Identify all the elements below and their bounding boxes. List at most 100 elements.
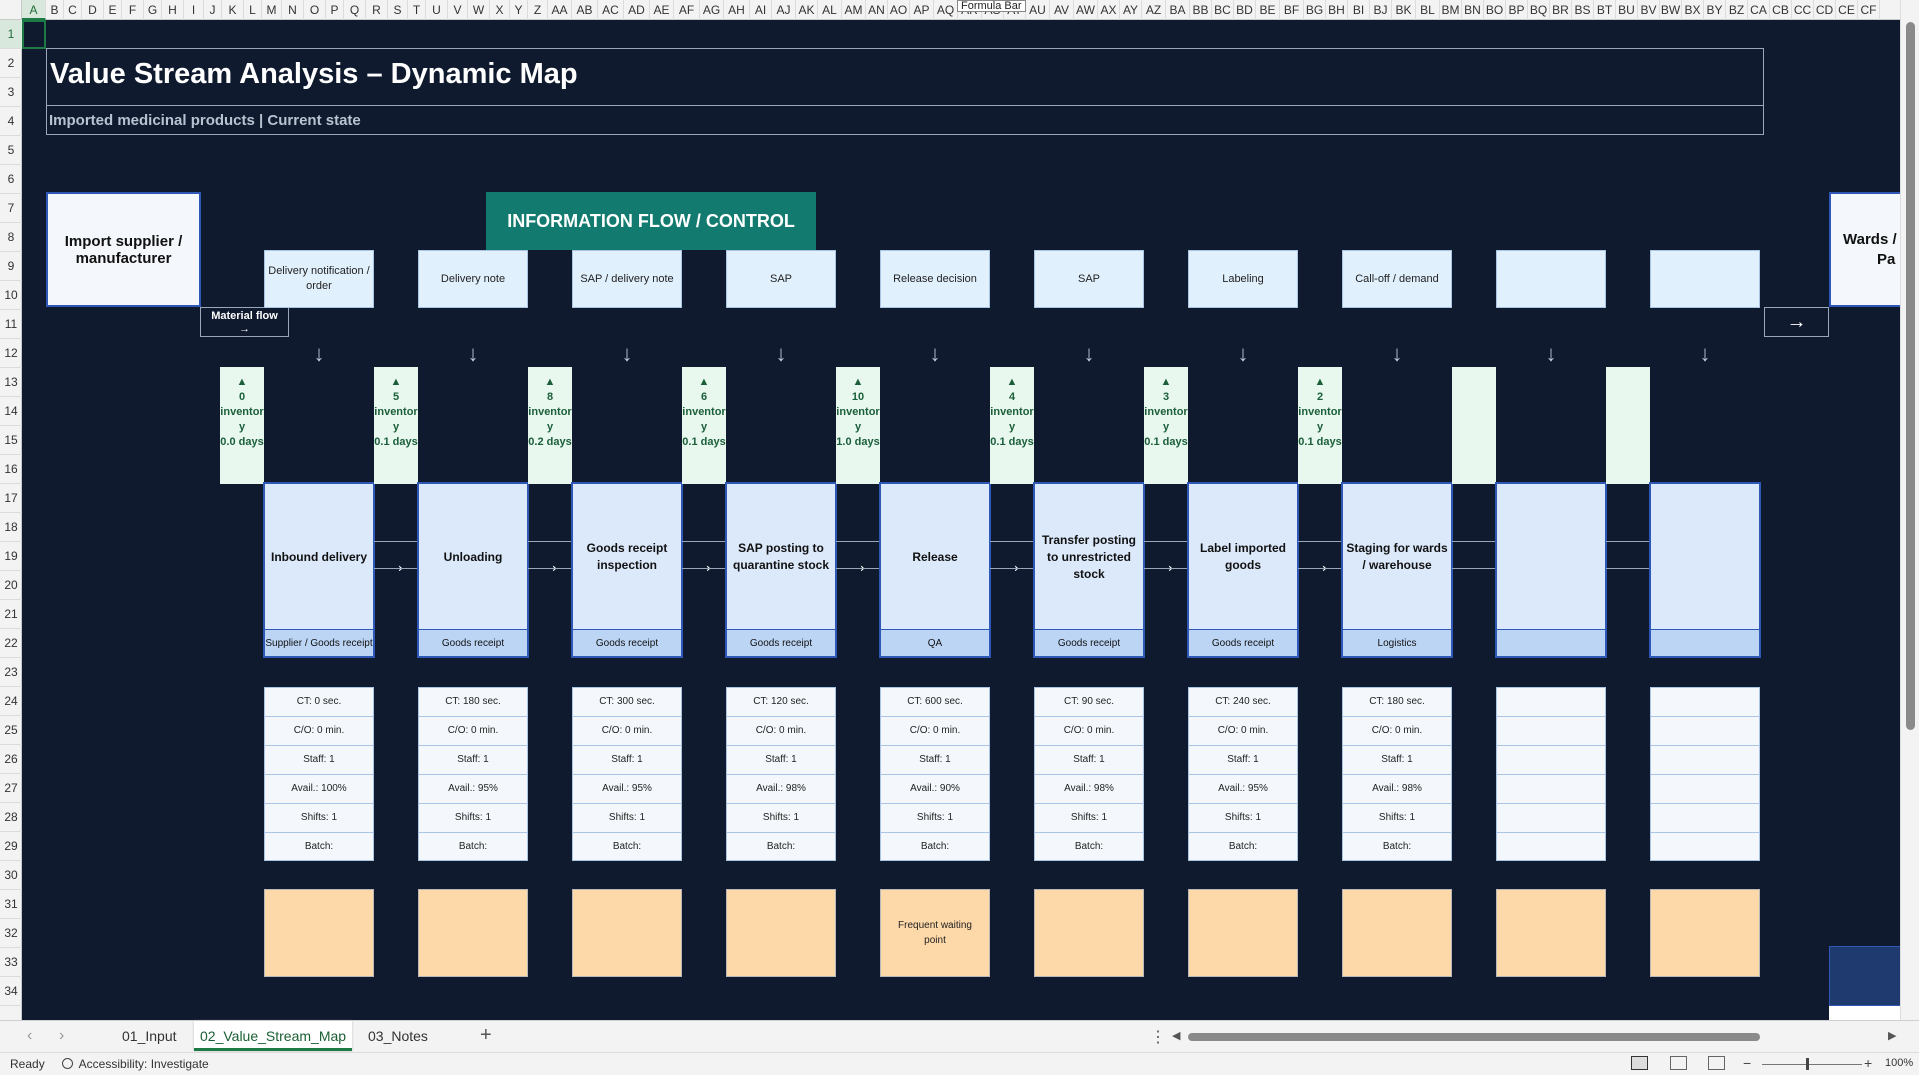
row-header-33[interactable]: 33 (0, 948, 22, 977)
page-layout-view-icon[interactable] (1670, 1056, 1687, 1070)
active-cell-a1[interactable] (22, 20, 46, 49)
column-header-bx[interactable]: BX (1682, 0, 1704, 20)
column-header-al[interactable]: AL (818, 0, 842, 20)
column-header-bo[interactable]: BO (1484, 0, 1506, 20)
column-header-bb[interactable]: BB (1190, 0, 1212, 20)
vertical-scrollbar[interactable] (1900, 0, 1919, 1020)
column-header-bt[interactable]: BT (1594, 0, 1616, 20)
column-header-ca[interactable]: CA (1748, 0, 1770, 20)
column-header-bz[interactable]: BZ (1726, 0, 1748, 20)
column-header-ag[interactable]: AG (700, 0, 724, 20)
column-header-a[interactable]: A (22, 0, 46, 20)
row-header-6[interactable]: 6 (0, 165, 22, 194)
row-header-20[interactable]: 20 (0, 571, 22, 600)
row-header-4[interactable]: 4 (0, 107, 22, 136)
zoom-in-button[interactable]: + (1864, 1055, 1872, 1071)
column-header-t[interactable]: T (408, 0, 426, 20)
column-header-bh[interactable]: BH (1326, 0, 1348, 20)
zoom-slider-knob[interactable] (1806, 1058, 1809, 1070)
row-header-30[interactable]: 30 (0, 861, 22, 890)
row-header-24[interactable]: 24 (0, 687, 22, 716)
column-header-ad[interactable]: AD (624, 0, 650, 20)
column-header-l[interactable]: L (244, 0, 262, 20)
accessibility-status[interactable]: Accessibility: Investigate (62, 1057, 209, 1071)
row-header-21[interactable]: 21 (0, 600, 22, 629)
scroll-left-icon[interactable]: ◀ (1172, 1029, 1180, 1042)
tab-more-icon[interactable]: ⋮ (1150, 1027, 1166, 1047)
column-header-ao[interactable]: AO (888, 0, 910, 20)
select-all-corner[interactable] (0, 0, 22, 20)
row-header-25[interactable]: 25 (0, 716, 22, 745)
column-header-aj[interactable]: AJ (772, 0, 796, 20)
process-box[interactable]: Label imported goods Goods receipt (1187, 482, 1299, 658)
column-header-v[interactable]: V (448, 0, 468, 20)
column-header-d[interactable]: D (82, 0, 104, 20)
row-header-12[interactable]: 12 (0, 339, 22, 368)
process-box[interactable] (1495, 482, 1607, 658)
horizontal-scroll-thumb[interactable] (1188, 1033, 1760, 1041)
column-header-bk[interactable]: BK (1392, 0, 1416, 20)
row-header-7[interactable]: 7 (0, 194, 22, 223)
column-header-s[interactable]: S (388, 0, 408, 20)
column-header-ak[interactable]: AK (796, 0, 818, 20)
tab-03-notes[interactable]: 03_Notes (362, 1021, 434, 1051)
process-box[interactable]: Goods receipt inspection Goods receipt (571, 482, 683, 658)
column-header-n[interactable]: N (282, 0, 304, 20)
column-header-q[interactable]: Q (344, 0, 366, 20)
row-header-23[interactable]: 23 (0, 658, 22, 687)
column-header-cf[interactable]: CF (1858, 0, 1880, 20)
column-header-k[interactable]: K (222, 0, 244, 20)
column-header-ai[interactable]: AI (750, 0, 772, 20)
column-header-bc[interactable]: BC (1212, 0, 1234, 20)
row-header-19[interactable]: 19 (0, 542, 22, 571)
column-header-bm[interactable]: BM (1440, 0, 1462, 20)
column-header-az[interactable]: AZ (1142, 0, 1166, 20)
column-header-w[interactable]: W (468, 0, 490, 20)
row-header-11[interactable]: 11 (0, 310, 22, 339)
column-header-bu[interactable]: BU (1616, 0, 1638, 20)
column-header-ce[interactable]: CE (1836, 0, 1858, 20)
column-header-bd[interactable]: BD (1234, 0, 1256, 20)
column-header-av[interactable]: AV (1050, 0, 1074, 20)
process-box[interactable]: Release QA (879, 482, 991, 658)
column-header-bj[interactable]: BJ (1370, 0, 1392, 20)
column-header-r[interactable]: R (366, 0, 388, 20)
column-header-ae[interactable]: AE (650, 0, 674, 20)
column-header-ah[interactable]: AH (724, 0, 750, 20)
column-header-g[interactable]: G (144, 0, 162, 20)
column-header-j[interactable]: J (204, 0, 222, 20)
column-header-u[interactable]: U (426, 0, 448, 20)
column-header-bq[interactable]: BQ (1528, 0, 1550, 20)
column-header-au[interactable]: AU (1026, 0, 1050, 20)
add-sheet-button[interactable]: + (480, 1024, 492, 1047)
row-header-15[interactable]: 15 (0, 426, 22, 455)
row-header-14[interactable]: 14 (0, 397, 22, 426)
row-header-32[interactable]: 32 (0, 919, 22, 948)
row-header-8[interactable]: 8 (0, 223, 22, 252)
column-header-ab[interactable]: AB (572, 0, 598, 20)
column-header-i[interactable]: I (184, 0, 204, 20)
row-header-2[interactable]: 2 (0, 49, 22, 78)
column-header-ap[interactable]: AP (910, 0, 934, 20)
row-header-22[interactable]: 22 (0, 629, 22, 658)
row-header-16[interactable]: 16 (0, 455, 22, 484)
process-box[interactable] (1649, 482, 1761, 658)
column-header-y[interactable]: Y (510, 0, 528, 20)
row-header-34[interactable]: 34 (0, 977, 22, 1006)
zoom-level[interactable]: 100% (1885, 1057, 1913, 1069)
column-header-ba[interactable]: BA (1166, 0, 1190, 20)
column-header-br[interactable]: BR (1550, 0, 1572, 20)
process-box[interactable]: Transfer posting to unrestricted stock Go… (1033, 482, 1145, 658)
worksheet-grid[interactable]: Value Stream Analysis – Dynamic Map Impo… (22, 20, 1900, 1020)
column-header-ac[interactable]: AC (598, 0, 624, 20)
row-header-18[interactable]: 18 (0, 513, 22, 542)
column-header-c[interactable]: C (64, 0, 82, 20)
column-header-bv[interactable]: BV (1638, 0, 1660, 20)
column-header-bn[interactable]: BN (1462, 0, 1484, 20)
normal-view-icon[interactable] (1631, 1056, 1648, 1070)
row-header-29[interactable]: 29 (0, 832, 22, 861)
scroll-right-icon[interactable]: ▶ (1888, 1029, 1896, 1042)
process-box[interactable]: Staging for wards / warehouse Logistics (1341, 482, 1453, 658)
row-header-3[interactable]: 3 (0, 78, 22, 107)
row-header-26[interactable]: 26 (0, 745, 22, 774)
